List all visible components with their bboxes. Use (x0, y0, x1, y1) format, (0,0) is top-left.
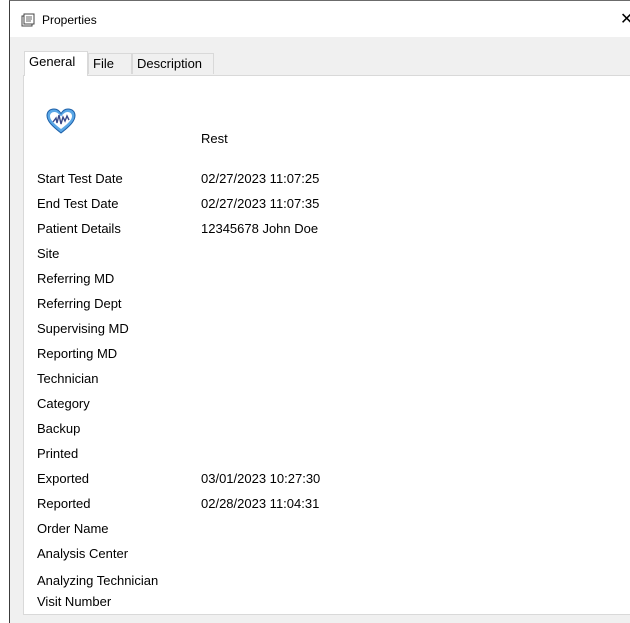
category-label: Category (37, 396, 90, 411)
heart-ecg-icon (46, 108, 76, 134)
printed-label: Printed (37, 446, 79, 461)
analysis-center-label: Analysis Center (37, 546, 129, 561)
patient-details-label: Patient Details (37, 221, 121, 236)
tab-general[interactable]: General (24, 51, 88, 76)
reporting-md-label: Reporting MD (37, 346, 118, 361)
backup-label: Backup (37, 421, 81, 436)
end-test-date-label: End Test Date (37, 196, 119, 211)
properties-icon (21, 13, 35, 27)
tab-description[interactable]: Description (132, 53, 214, 74)
window-title: Properties (42, 13, 97, 27)
reported-label: Reported (37, 496, 91, 511)
exported-value: 03/01/2023 10:27:30 (201, 471, 321, 486)
reported-value: 02/28/2023 11:04:31 (201, 496, 320, 511)
order-name-label: Order Name (37, 521, 109, 536)
analyzing-technician-label: Analyzing Technician (37, 573, 159, 588)
visit-number-label: Visit Number (37, 594, 112, 609)
start-test-date-value: 02/27/2023 11:07:25 (201, 171, 320, 186)
referring-md-label: Referring MD (37, 271, 115, 286)
close-button[interactable]: ✕ (620, 9, 630, 31)
tab-file[interactable]: File (88, 53, 132, 74)
test-type-value: Rest (201, 131, 228, 146)
end-test-date-value: 02/27/2023 11:07:35 (201, 196, 320, 211)
general-panel: Rest Start Test Date 02/27/2023 11:07:25… (23, 75, 630, 615)
exported-label: Exported (37, 471, 90, 486)
site-label: Site (37, 246, 60, 261)
supervising-md-label: Supervising MD (37, 321, 129, 336)
start-test-date-label: Start Test Date (37, 171, 123, 186)
properties-dialog: Properties ✕ General File Description Re… (9, 0, 630, 623)
title-bar[interactable]: Properties ✕ (10, 1, 630, 37)
technician-label: Technician (37, 371, 99, 386)
patient-details-value: 12345678 John Doe (201, 221, 319, 236)
referring-dept-label: Referring Dept (37, 296, 122, 311)
